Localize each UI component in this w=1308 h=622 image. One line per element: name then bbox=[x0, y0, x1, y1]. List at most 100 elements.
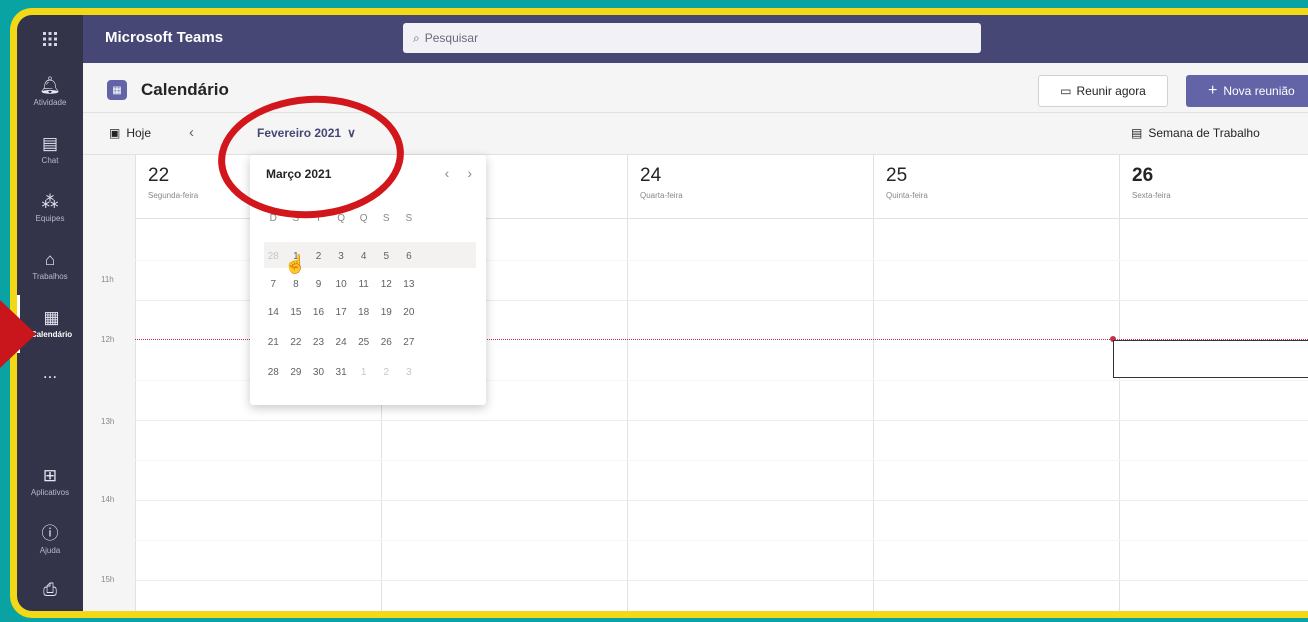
apps-icon: ⊞ bbox=[42, 466, 58, 485]
rail-item-label: Calendário bbox=[30, 330, 73, 339]
picker-day[interactable]: 22 bbox=[285, 331, 308, 353]
day-header-friday[interactable]: 26 Sexta-feira bbox=[1119, 155, 1308, 219]
previous-week-button[interactable]: ‹ bbox=[189, 124, 194, 141]
picker-day[interactable]: 18 bbox=[352, 301, 375, 323]
rail-item-activity[interactable]: 🔔︎ Atividade bbox=[17, 63, 83, 121]
day-header-wednesday[interactable]: 24 Quarta-feira bbox=[627, 155, 873, 219]
time-label: 15h bbox=[101, 575, 115, 584]
picker-day[interactable]: 6 bbox=[398, 245, 421, 267]
search-icon: ⌕ bbox=[413, 30, 420, 45]
calendar-icon: ▦ bbox=[43, 308, 60, 327]
help-icon: ⓘ bbox=[41, 524, 59, 543]
picker-nav: ‹ › bbox=[445, 165, 472, 181]
rail-item-apps[interactable]: ⊞ Aplicativos bbox=[17, 453, 83, 511]
picker-day[interactable]: 25 bbox=[352, 331, 375, 353]
rail-item-chat[interactable]: ▤ Chat bbox=[17, 121, 83, 179]
pointer-arrow bbox=[0, 300, 36, 368]
new-meeting-label: Nova reunião bbox=[1223, 84, 1295, 98]
week-view-icon: ▤ bbox=[1131, 126, 1143, 140]
column-divider bbox=[135, 219, 136, 611]
rail-bottom: ⊞ Aplicativos ⓘ Ajuda ⎙ bbox=[17, 453, 83, 611]
picker-day[interactable]: 21 bbox=[262, 331, 285, 353]
picker-day[interactable]: 13 bbox=[398, 273, 421, 295]
more-icon: ... bbox=[42, 363, 58, 382]
picker-week-row: 7 8 9 10 11 12 13 bbox=[262, 273, 420, 295]
teams-icon: ⁂ bbox=[41, 192, 59, 211]
video-camera-icon: ▭ bbox=[1060, 84, 1072, 98]
download-app-icon: ⎙ bbox=[43, 580, 57, 599]
rail-item-help[interactable]: ⓘ Ajuda bbox=[17, 511, 83, 569]
rail-item-label: Chat bbox=[41, 156, 59, 165]
picker-day[interactable]: 14 bbox=[262, 301, 285, 323]
column-divider bbox=[873, 219, 874, 611]
picker-day[interactable]: 8 bbox=[285, 273, 308, 295]
picker-previous-month-button[interactable]: ‹ bbox=[445, 165, 450, 181]
day-number: 24 bbox=[640, 165, 662, 186]
column-divider bbox=[1119, 219, 1120, 611]
new-meeting-button[interactable]: + Nova reunião bbox=[1186, 75, 1308, 107]
view-selector[interactable]: ▤ Semana de Trabalho bbox=[1131, 126, 1260, 140]
calendar-today-icon: ▣ bbox=[109, 126, 121, 140]
app-title: Microsoft Teams bbox=[105, 29, 224, 46]
app-launcher[interactable] bbox=[17, 15, 83, 63]
picker-day[interactable]: 30 bbox=[307, 361, 330, 383]
picker-week-row: 14 15 16 17 18 19 20 bbox=[262, 301, 420, 323]
half-hour-line bbox=[135, 460, 1308, 461]
chat-icon: ▤ bbox=[41, 134, 59, 153]
picker-day[interactable]: 26 bbox=[375, 331, 398, 353]
time-label: 12h bbox=[101, 335, 115, 344]
picker-day[interactable]: 5 bbox=[375, 245, 398, 267]
picker-day[interactable]: 3 bbox=[330, 245, 353, 267]
picker-day[interactable]: 28 bbox=[262, 361, 285, 383]
picker-day[interactable]: 7 bbox=[262, 273, 285, 295]
selected-time-slot[interactable] bbox=[1113, 340, 1308, 378]
search-input[interactable]: ⌕ Pesquisar bbox=[403, 23, 981, 53]
search-placeholder: Pesquisar bbox=[424, 31, 479, 45]
time-column: 11h 12h 13h 14h 15h bbox=[83, 155, 135, 611]
picker-day[interactable]: 10 bbox=[330, 273, 353, 295]
picker-day[interactable]: 2 bbox=[307, 245, 330, 267]
meet-now-button[interactable]: ▭ Reunir agora bbox=[1038, 75, 1168, 107]
hour-line bbox=[135, 580, 1308, 581]
hour-line bbox=[135, 420, 1308, 421]
picker-day[interactable]: 17 bbox=[330, 301, 353, 323]
half-hour-line bbox=[135, 540, 1308, 541]
rail-item-assignments[interactable]: ⌂ Trabalhos bbox=[17, 237, 83, 295]
picker-day[interactable]: 2 bbox=[375, 361, 398, 383]
picker-day[interactable]: 24 bbox=[330, 331, 353, 353]
rail-item-label: Aplicativos bbox=[30, 488, 70, 497]
today-button[interactable]: ▣ Hoje bbox=[109, 126, 151, 140]
day-name: Quinta-feira bbox=[886, 191, 928, 200]
rail-item-label: Trabalhos bbox=[32, 272, 68, 281]
picker-day[interactable]: 23 bbox=[307, 331, 330, 353]
weekday-label: S bbox=[382, 212, 390, 224]
picker-day[interactable]: 31 bbox=[330, 361, 353, 383]
time-label: 14h bbox=[101, 495, 115, 504]
picker-day[interactable]: 20 bbox=[398, 301, 421, 323]
rail-item-teams[interactable]: ⁂ Equipes bbox=[17, 179, 83, 237]
day-header-thursday[interactable]: 25 Quinta-feira bbox=[873, 155, 1119, 219]
picker-day[interactable]: 12 bbox=[375, 273, 398, 295]
time-label: 11h bbox=[101, 275, 114, 284]
picker-next-month-button[interactable]: › bbox=[467, 165, 472, 181]
rail-item-download[interactable]: ⎙ bbox=[17, 569, 83, 611]
hour-line bbox=[135, 500, 1308, 501]
briefcase-icon: ⌂ bbox=[44, 250, 56, 269]
picker-day[interactable]: 16 bbox=[307, 301, 330, 323]
page-title: Calendário bbox=[141, 80, 229, 99]
picker-day[interactable]: 9 bbox=[307, 273, 330, 295]
rail-item-label: Equipes bbox=[35, 214, 65, 223]
picker-day[interactable]: 1 bbox=[352, 361, 375, 383]
hand-cursor-icon: ☝ bbox=[284, 254, 307, 274]
picker-day[interactable]: 15 bbox=[285, 301, 308, 323]
picker-week-row: 28 29 30 31 1 2 3 bbox=[262, 361, 420, 383]
picker-day[interactable]: 19 bbox=[375, 301, 398, 323]
picker-day[interactable]: 28 bbox=[262, 245, 285, 267]
teams-window: 🔔︎ Atividade ▤ Chat ⁂ Equipes ⌂ Trabalho… bbox=[10, 8, 1308, 618]
plus-icon: + bbox=[1208, 82, 1218, 99]
picker-day[interactable]: 4 bbox=[352, 245, 375, 267]
picker-day[interactable]: 11 bbox=[352, 273, 375, 295]
picker-day[interactable]: 29 bbox=[285, 361, 308, 383]
picker-day[interactable]: 27 bbox=[398, 331, 421, 353]
picker-day[interactable]: 3 bbox=[398, 361, 421, 383]
